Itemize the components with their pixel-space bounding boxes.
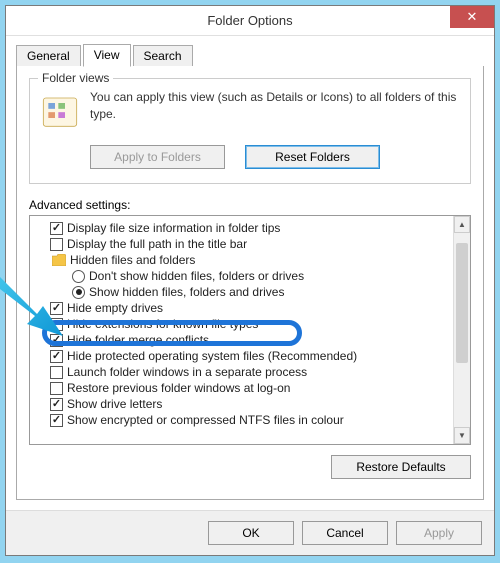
folder-icon [52,254,66,266]
checkbox-icon[interactable] [50,382,63,395]
scroll-thumb[interactable] [456,243,468,363]
checkbox-icon[interactable] [50,366,63,379]
reset-folders-button[interactable]: Reset Folders [245,145,380,169]
close-button[interactable]: ✕ [450,6,494,28]
adv-item-label: Display file size information in folder … [67,221,280,235]
advanced-settings-label: Advanced settings: [29,198,471,212]
folder-options-dialog: Folder Options ✕ General View Search Fol… [5,5,495,556]
adv-item-label: Hidden files and folders [70,253,195,267]
checkbox-icon[interactable] [50,222,63,235]
ok-button[interactable]: OK [208,521,294,545]
radio-icon[interactable] [72,286,85,299]
adv-item-label: Hide folder merge conflicts [67,333,209,347]
checkbox-icon[interactable] [50,398,63,411]
adv-item-label: Hide extensions for known file types [67,317,258,331]
adv-item-label: Show hidden files, folders and drives [89,285,284,299]
folder-views-text: You can apply this view (such as Details… [90,89,460,133]
adv-item-label: Restore previous folder windows at log-o… [67,381,290,395]
checkbox-icon[interactable] [50,302,63,315]
tab-general[interactable]: General [16,45,81,66]
folder-views-legend: Folder views [38,71,113,85]
adv-item-1[interactable]: Display the full path in the title bar [32,236,451,252]
apply-to-folders-button[interactable]: Apply to Folders [90,145,225,169]
adv-item-label: Launch folder windows in a separate proc… [67,365,307,379]
adv-item-label: Hide empty drives [67,301,163,315]
adv-item-label: Hide protected operating system files (R… [67,349,357,363]
tabs: General View Search [16,44,484,67]
radio-icon[interactable] [72,270,85,283]
tab-search[interactable]: Search [133,45,193,66]
checkbox-icon[interactable] [50,318,63,331]
checkbox-icon[interactable] [50,350,63,363]
checkbox-icon[interactable] [50,414,63,427]
tab-view[interactable]: View [83,44,131,67]
cancel-button[interactable]: Cancel [302,521,388,545]
apply-button[interactable]: Apply [396,521,482,545]
adv-item-8[interactable]: Hide protected operating system files (R… [32,348,451,364]
titlebar: Folder Options ✕ [6,6,494,36]
adv-item-11[interactable]: Show drive letters [32,396,451,412]
scroll-down-button[interactable]: ▼ [454,427,470,444]
adv-item-2: Hidden files and folders [32,252,451,268]
adv-item-5[interactable]: Hide empty drives [32,300,451,316]
adv-item-label: Display the full path in the title bar [67,237,247,251]
adv-item-label: Show drive letters [67,397,162,411]
window-title: Folder Options [207,13,292,28]
adv-item-label: Show encrypted or compressed NTFS files … [67,413,344,427]
dialog-button-row: OK Cancel Apply [6,510,494,555]
folder-views-group: Folder views You can apply this view (su… [29,78,471,184]
scrollbar[interactable]: ▲ ▼ [453,216,470,444]
scroll-up-button[interactable]: ▲ [454,216,470,233]
adv-item-6[interactable]: Hide extensions for known file types [32,316,451,332]
scroll-track[interactable] [454,233,470,427]
tab-panel-view: Folder views You can apply this view (su… [16,66,484,500]
adv-item-10[interactable]: Restore previous folder windows at log-o… [32,380,451,396]
adv-item-7[interactable]: Hide folder merge conflicts [32,332,451,348]
checkbox-icon[interactable] [50,238,63,251]
restore-defaults-button[interactable]: Restore Defaults [331,455,471,479]
advanced-settings-listbox: Display file size information in folder … [29,215,471,445]
folder-views-icon [40,93,80,133]
checkbox-icon[interactable] [50,334,63,347]
adv-item-9[interactable]: Launch folder windows in a separate proc… [32,364,451,380]
adv-item-3[interactable]: Don't show hidden files, folders or driv… [32,268,451,284]
adv-item-label: Don't show hidden files, folders or driv… [89,269,304,283]
adv-item-0[interactable]: Display file size information in folder … [32,220,451,236]
adv-item-4[interactable]: Show hidden files, folders and drives [32,284,451,300]
adv-item-12[interactable]: Show encrypted or compressed NTFS files … [32,412,451,428]
